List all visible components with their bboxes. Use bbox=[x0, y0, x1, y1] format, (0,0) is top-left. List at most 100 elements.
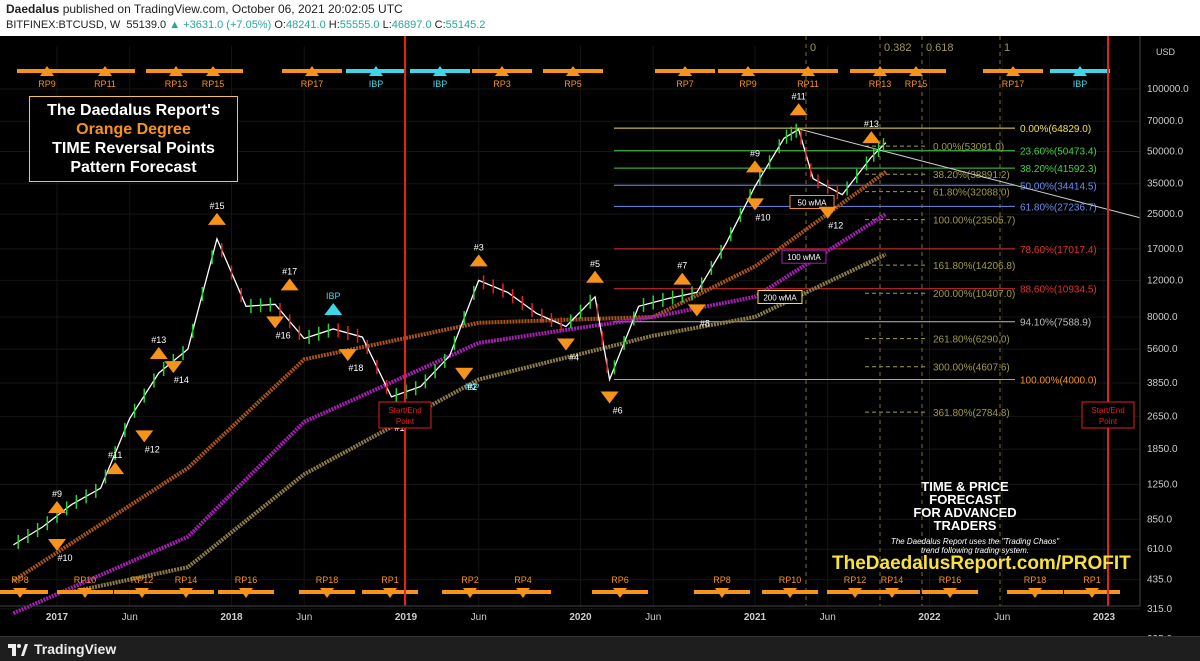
fib-ext-label: 61.80%(32088.0) bbox=[933, 188, 1010, 199]
open-value: 48241.0 bbox=[285, 19, 326, 31]
x-tick-label: 2019 bbox=[395, 612, 418, 623]
y-tick-label: 315.0 bbox=[1147, 604, 1172, 615]
rp-top-label: RP9 bbox=[38, 79, 56, 89]
time-fib-label: 0.382 bbox=[884, 42, 912, 54]
rp-top-label: RP17 bbox=[301, 79, 324, 89]
ma-label: 50 wMA bbox=[798, 199, 828, 208]
fib-ext-label: 261.80%(6290.0) bbox=[933, 335, 1010, 346]
title-line-4: Pattern Forecast bbox=[70, 159, 197, 176]
symbol-name[interactable]: BITFINEX:BTCUSD, W bbox=[6, 19, 120, 31]
y-tick-label: 2650.0 bbox=[1147, 412, 1178, 423]
fib-ext-label: 361.80%(2784.8) bbox=[933, 408, 1010, 419]
ma-label: 100 wMA bbox=[787, 253, 821, 262]
turning-point-label: #7 bbox=[677, 261, 687, 271]
time-fib-label: 0 bbox=[810, 42, 816, 54]
start-end-label: Start/End bbox=[388, 406, 421, 415]
turning-point-label: #8 bbox=[700, 318, 710, 328]
fib-level-label: 23.60%(50473.4) bbox=[1020, 147, 1097, 158]
fib-level-label: 0.00%(64829.0) bbox=[1020, 124, 1091, 135]
x-tick-label: 2023 bbox=[1093, 612, 1116, 623]
rp-top-label: IBP bbox=[433, 79, 448, 89]
price-change: +3631.0 (+7.05%) bbox=[183, 19, 272, 31]
y-tick-label: 17000.0 bbox=[1147, 244, 1184, 255]
low-value: 46897.0 bbox=[391, 19, 432, 31]
footer-bar: TradingView bbox=[0, 636, 1200, 661]
high-value: 55555.0 bbox=[339, 19, 380, 31]
y-tick-label: 5600.0 bbox=[1147, 344, 1178, 355]
author-name[interactable]: Daedalus bbox=[6, 2, 59, 16]
brand-name: TradingView bbox=[34, 641, 117, 657]
rp-bottom-label: RP12 bbox=[844, 575, 867, 585]
turning-point-label: #17 bbox=[282, 266, 297, 276]
y-tick-label: 35000.0 bbox=[1147, 179, 1184, 190]
start-end-label: Start/End bbox=[1091, 406, 1124, 415]
rp-top-label: RP9 bbox=[739, 79, 757, 89]
title-line-1: The Daedalus Report's bbox=[47, 102, 220, 119]
fib-ext-label: 38.20%(38891.2) bbox=[933, 170, 1010, 181]
fib-ext-label: 300.00%(4607.6) bbox=[933, 363, 1010, 374]
x-tick-label: Jun bbox=[994, 612, 1010, 623]
ma-label: 200 wMA bbox=[763, 293, 797, 302]
x-tick-label: 2020 bbox=[569, 612, 592, 623]
x-tick-label: 2017 bbox=[46, 612, 69, 623]
turning-point-label: #14 bbox=[174, 375, 189, 385]
y-tick-label: 70000.0 bbox=[1147, 116, 1184, 127]
currency-label: USD bbox=[1156, 47, 1176, 57]
y-tick-label: 12000.0 bbox=[1147, 275, 1184, 286]
x-tick-label: 2018 bbox=[220, 612, 243, 623]
report-title-box: The Daedalus Report's Orange Degree TIME… bbox=[29, 96, 238, 182]
turning-point-label: #5 bbox=[590, 259, 600, 269]
rp-bottom-label: RP8 bbox=[713, 575, 731, 585]
open-label: O: bbox=[274, 19, 286, 31]
fib-level-label: 94.10%(7588.9) bbox=[1020, 318, 1091, 329]
rp-bottom-label: RP16 bbox=[235, 575, 258, 585]
rp-top-label: RP13 bbox=[165, 79, 188, 89]
turning-point-label: IBP bbox=[326, 291, 341, 301]
fib-ext-label: 0.00%(53091.0) bbox=[933, 142, 1004, 153]
y-tick-label: 435.0 bbox=[1147, 575, 1172, 586]
x-tick-label: 2022 bbox=[918, 612, 941, 623]
rp-top-label: RP17 bbox=[1002, 79, 1025, 89]
tradingview-icon bbox=[8, 644, 28, 657]
turning-point-label: #16 bbox=[276, 330, 291, 340]
turning-point-label: #13 bbox=[864, 119, 879, 129]
turning-point-label: #4 bbox=[569, 352, 579, 362]
forecast-line-4: TRADERS bbox=[933, 518, 997, 533]
turning-point-label: #12 bbox=[145, 444, 160, 454]
rp-bottom-label: RP10 bbox=[779, 575, 802, 585]
turning-point-label: #11 bbox=[108, 450, 122, 460]
rp-top-label: RP15 bbox=[202, 79, 225, 89]
rp-bottom-label: RP18 bbox=[316, 575, 339, 585]
rp-bottom-label: RP1 bbox=[1083, 575, 1101, 585]
turning-point-label: #9 bbox=[750, 148, 760, 158]
time-fib-label: 0.618 bbox=[926, 42, 954, 54]
rp-bottom-label: RP14 bbox=[881, 575, 904, 585]
turning-point-label: #2 bbox=[467, 382, 477, 392]
x-tick-label: Jun bbox=[122, 612, 138, 623]
fib-ext-label: 200.00%(10407.0) bbox=[933, 289, 1015, 300]
low-label: L: bbox=[382, 19, 392, 31]
price-up-icon: ▲ bbox=[169, 19, 181, 31]
y-tick-label: 610.0 bbox=[1147, 544, 1172, 555]
rp-top-label: RP13 bbox=[869, 79, 892, 89]
rp-bottom-label: RP14 bbox=[175, 575, 198, 585]
start-end-label: Point bbox=[396, 417, 415, 426]
x-tick-label: Jun bbox=[471, 612, 487, 623]
turning-point-label: #6 bbox=[613, 405, 623, 415]
x-tick-label: Jun bbox=[645, 612, 661, 623]
rp-top-label: RP5 bbox=[564, 79, 582, 89]
promo-url[interactable]: TheDaedalusReport.com/PROFIT bbox=[832, 553, 1131, 575]
rp-top-label: IBP bbox=[1073, 79, 1088, 89]
rp-top-label: RP15 bbox=[905, 79, 928, 89]
turning-point-label: #12 bbox=[828, 221, 843, 231]
last-price: 55139.0 bbox=[126, 19, 167, 31]
tradingview-logo[interactable]: TradingView bbox=[8, 641, 116, 657]
close-label: C: bbox=[434, 19, 446, 31]
rp-bottom-label: RP6 bbox=[611, 575, 629, 585]
symbol-line: BITFINEX:BTCUSD, W 55139.0 ▲ +3631.0 (+7… bbox=[6, 19, 485, 31]
rp-top-label: RP11 bbox=[797, 79, 819, 89]
y-tick-label: 1250.0 bbox=[1147, 479, 1178, 490]
turning-point-label: #10 bbox=[755, 212, 770, 222]
publish-info: published on TradingView.com, October 06… bbox=[62, 2, 403, 16]
turning-point-label: #3 bbox=[474, 242, 484, 252]
